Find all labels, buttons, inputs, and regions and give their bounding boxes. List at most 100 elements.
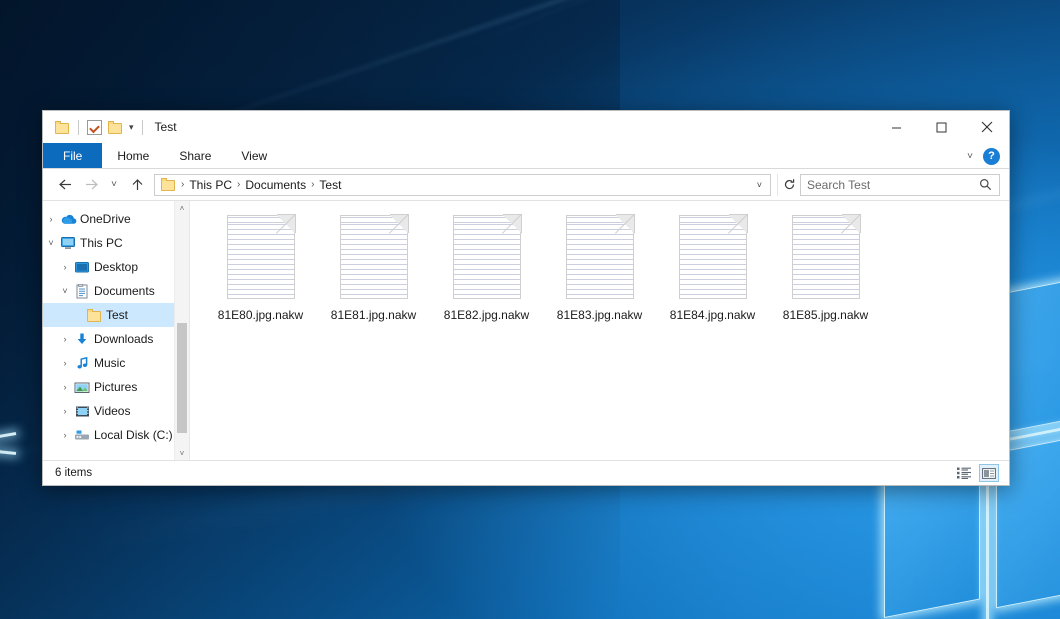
sidebar-item-label: OneDrive — [80, 212, 131, 226]
window-title: Test — [155, 120, 177, 134]
file-name-label: 81E82.jpg.nakw — [444, 308, 529, 322]
file-name-label: 81E83.jpg.nakw — [557, 308, 642, 322]
folder-icon[interactable] — [55, 121, 70, 134]
desktop-icon — [73, 261, 91, 274]
sidebar-item-this-pc[interactable]: ˅ This PC — [43, 231, 189, 255]
scroll-down-arrow-icon[interactable]: ˅ — [175, 446, 189, 460]
chevron-right-icon[interactable]: › — [57, 382, 73, 392]
file-explorer-window: ▾ Test File Home Share View ˅ ? — [42, 110, 1010, 486]
sidebar-item-music[interactable]: › Music — [43, 351, 189, 375]
ribbon-tab-bar: File Home Share View ˅ ? — [43, 143, 1009, 169]
divider — [142, 120, 143, 135]
sidebar-item-onedrive[interactable]: › OneDrive — [43, 207, 189, 231]
sidebar-item-test[interactable]: Test — [43, 303, 189, 327]
file-name-label: 81E85.jpg.nakw — [783, 308, 868, 322]
file-list-pane[interactable]: 81E80.jpg.nakw 81E81.jpg.nakw 81E82.jpg.… — [190, 201, 1009, 460]
onedrive-cloud-icon — [59, 213, 77, 225]
generic-document-icon — [566, 215, 634, 299]
window-body: › OneDrive ˅ This PC › — [43, 200, 1009, 460]
ribbon-spacer — [282, 143, 967, 169]
chevron-down-icon[interactable]: ˅ — [967, 151, 973, 162]
chevron-down-icon[interactable]: ˅ — [43, 238, 59, 248]
breadcrumb-documents[interactable]: Documents — [242, 178, 309, 192]
file-item[interactable]: 81E80.jpg.nakw — [204, 215, 317, 322]
back-arrow-icon[interactable] — [52, 172, 78, 198]
sidebar-item-local-disk-c[interactable]: › Local Disk (C:) — [43, 423, 189, 447]
refresh-icon[interactable] — [777, 174, 800, 196]
sidebar-item-label: Desktop — [94, 260, 138, 274]
chevron-right-icon[interactable]: › — [57, 406, 73, 416]
breadcrumb-this-pc[interactable]: This PC — [186, 178, 235, 192]
file-item[interactable]: 81E84.jpg.nakw — [656, 215, 769, 322]
forward-arrow-icon — [78, 172, 104, 198]
generic-document-icon — [679, 215, 747, 299]
large-icons-view-button[interactable] — [979, 464, 999, 482]
search-input[interactable] — [801, 178, 979, 192]
folder-icon — [161, 178, 176, 191]
file-grid: 81E80.jpg.nakw 81E81.jpg.nakw 81E82.jpg.… — [190, 201, 1009, 330]
file-name-label: 81E80.jpg.nakw — [218, 308, 303, 322]
sidebar-item-label: Music — [94, 356, 125, 370]
chevron-right-icon[interactable]: › — [57, 430, 73, 440]
sidebar-item-label: Local Disk (C:) — [94, 428, 173, 442]
ribbon-divider — [43, 168, 1009, 169]
title-bar: ▾ Test — [43, 111, 1009, 143]
breadcrumb-separator: › — [235, 179, 242, 190]
sidebar-scrollbar[interactable]: ˄ ˅ — [174, 201, 189, 460]
generic-document-icon — [453, 215, 521, 299]
close-button[interactable] — [964, 112, 1009, 143]
sidebar-item-label: Test — [106, 308, 128, 322]
status-bar: 6 items — [43, 460, 1009, 485]
sidebar-item-downloads[interactable]: › Downloads — [43, 327, 189, 351]
new-folder-icon[interactable] — [108, 121, 123, 134]
chevron-right-icon[interactable]: › — [43, 214, 59, 224]
address-bar-row: ˅ › This PC › Documents › Test ˅ — [43, 169, 1009, 200]
quick-access-toolbar: ▾ — [43, 120, 145, 135]
documents-icon — [73, 284, 91, 299]
music-note-icon — [73, 356, 91, 370]
tab-home[interactable]: Home — [102, 143, 164, 169]
help-icon[interactable]: ? — [983, 148, 1000, 165]
up-arrow-icon[interactable] — [124, 172, 150, 198]
sidebar-item-documents[interactable]: ˅ Documents — [43, 279, 189, 303]
file-name-label: 81E81.jpg.nakw — [331, 308, 416, 322]
sidebar-item-videos[interactable]: › Videos — [43, 399, 189, 423]
file-item[interactable]: 81E83.jpg.nakw — [543, 215, 656, 322]
pictures-icon — [73, 381, 91, 394]
customize-caret-icon[interactable]: ▾ — [129, 123, 134, 132]
chevron-right-icon[interactable]: › — [57, 334, 73, 344]
properties-checkmark-icon[interactable] — [87, 120, 102, 135]
sidebar-item-desktop[interactable]: › Desktop — [43, 255, 189, 279]
generic-document-icon — [227, 215, 295, 299]
details-view-button[interactable] — [954, 464, 974, 482]
search-box[interactable] — [800, 174, 1000, 196]
address-dropdown-caret-icon[interactable]: ˅ — [749, 180, 770, 190]
file-name-label: 81E84.jpg.nakw — [670, 308, 755, 322]
minimize-button[interactable] — [874, 112, 919, 143]
recent-locations-caret-icon[interactable]: ˅ — [104, 172, 124, 198]
ribbon-controls: ˅ ? — [967, 143, 1009, 169]
scrollbar-thumb[interactable] — [177, 323, 187, 433]
scroll-up-arrow-icon[interactable]: ˄ — [175, 201, 189, 215]
downloads-arrow-icon — [73, 332, 91, 346]
breadcrumb-separator: › — [179, 179, 186, 190]
tab-share[interactable]: Share — [164, 143, 226, 169]
chevron-right-icon[interactable]: › — [57, 358, 73, 368]
sidebar-item-label: Documents — [94, 284, 155, 298]
sidebar-item-label: Pictures — [94, 380, 137, 394]
maximize-button[interactable] — [919, 112, 964, 143]
address-breadcrumb-bar[interactable]: › This PC › Documents › Test ˅ — [154, 174, 771, 196]
tab-view[interactable]: View — [226, 143, 282, 169]
tab-file[interactable]: File — [43, 143, 102, 169]
file-item[interactable]: 81E82.jpg.nakw — [430, 215, 543, 322]
generic-document-icon — [340, 215, 408, 299]
chevron-right-icon[interactable]: › — [57, 262, 73, 272]
breadcrumb-test[interactable]: Test — [316, 178, 344, 192]
chevron-down-icon[interactable]: ˅ — [57, 286, 73, 296]
file-item[interactable]: 81E85.jpg.nakw — [769, 215, 882, 322]
hard-drive-icon — [73, 429, 91, 441]
search-icon[interactable] — [979, 178, 999, 191]
sidebar-item-label: This PC — [80, 236, 123, 250]
sidebar-item-pictures[interactable]: › Pictures — [43, 375, 189, 399]
file-item[interactable]: 81E81.jpg.nakw — [317, 215, 430, 322]
